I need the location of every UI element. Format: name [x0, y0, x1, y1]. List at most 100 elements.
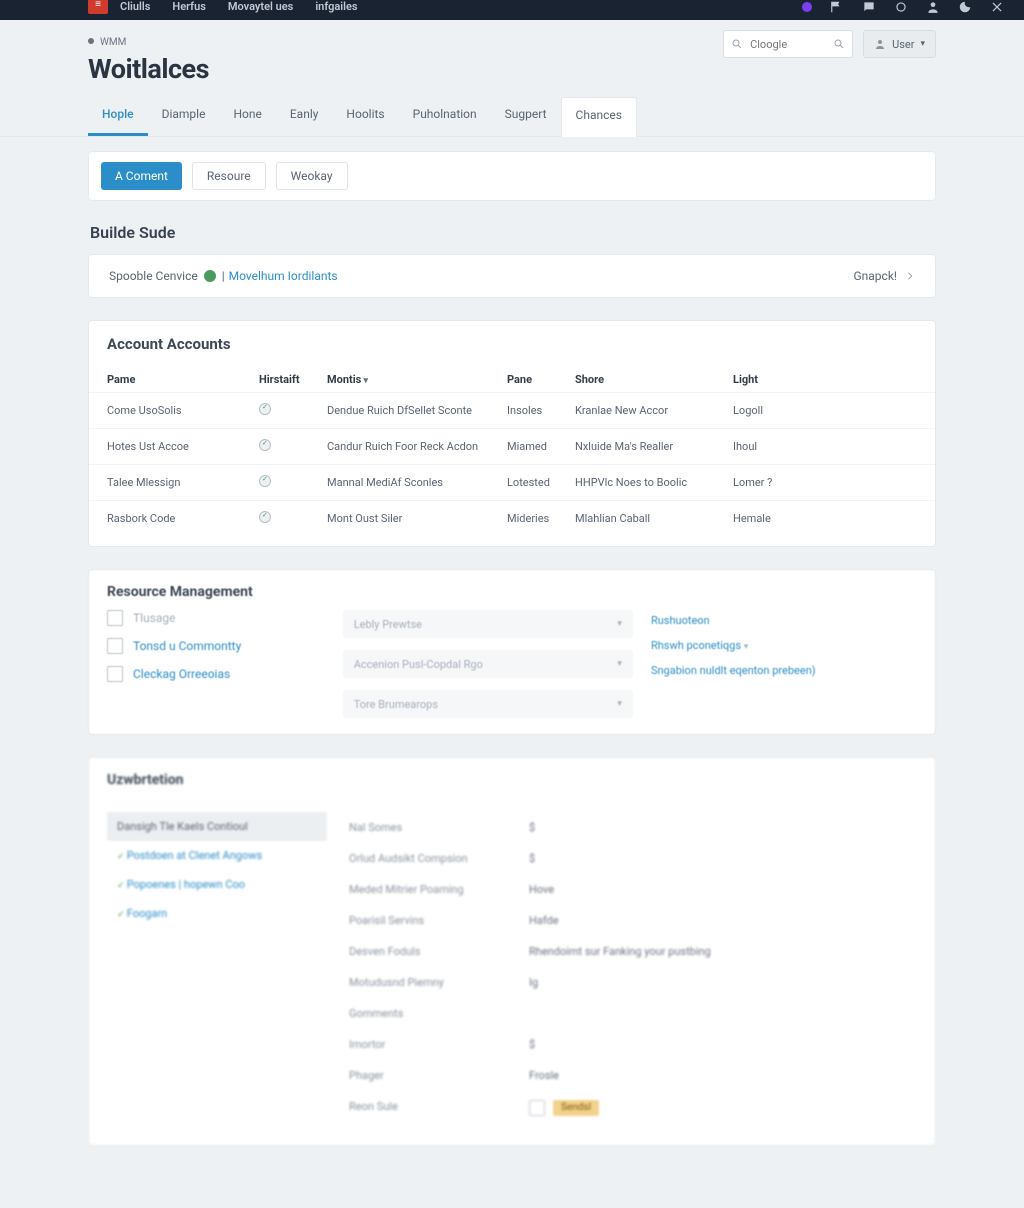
uz-key: Orlud Audsikt Compsion: [349, 852, 529, 865]
uz-detail-row: Nal Somes$: [349, 812, 917, 843]
resource-select[interactable]: Accenion Pusl-Copdal Rgo ▾: [343, 650, 633, 678]
uz-side-item[interactable]: Postdoen at Clenet Angows: [107, 841, 327, 870]
breadcrumb-dot-icon: [88, 38, 94, 44]
moon-icon[interactable]: [958, 0, 972, 14]
col-pane[interactable]: Pane: [507, 363, 575, 393]
resource-check-label: Tlusage: [133, 611, 176, 625]
uz-side-item[interactable]: Foogarn: [107, 899, 327, 928]
checkbox-icon[interactable]: [107, 610, 123, 626]
uz-detail-list: Nal Somes$ Orlud Audsikt Compsion $ Meded M…: [349, 812, 917, 1125]
person-icon[interactable]: [926, 0, 940, 14]
close-icon[interactable]: [990, 0, 1004, 14]
topnav-item[interactable]: Movaytel ues: [228, 0, 293, 13]
strip-label: Spooble Cenvice: [109, 269, 198, 283]
uz-detail-row: Desven FodulsRhendoimt sur Fanking your …: [349, 936, 917, 967]
cell-pane[interactable]: Insoles: [507, 393, 575, 429]
status-chip: Sendsl: [553, 1100, 599, 1116]
resource-link[interactable]: Rushuoteon: [651, 614, 917, 627]
uz-key: Nal Somes: [349, 821, 529, 834]
col-light[interactable]: Light: [733, 363, 935, 393]
uz-key: Meded Mitrier Poaming: [349, 883, 529, 896]
uz-detail-row: Meded Mitrier PoamingHove: [349, 874, 917, 905]
resource-select[interactable]: Tore Brumearops▾: [343, 690, 633, 718]
brand-logo[interactable]: ≡: [88, 0, 108, 14]
chat-icon[interactable]: [862, 0, 876, 14]
check-icon: [259, 403, 271, 415]
table-row[interactable]: Hotes Ust AccoeCandur Ruich Foor Reck Ac…: [89, 429, 935, 465]
checkbox-icon[interactable]: [529, 1100, 545, 1116]
col-pame[interactable]: Pame: [89, 363, 259, 393]
action-button-row: A Coment Resoure Weokay: [88, 151, 936, 201]
notification-dot-icon[interactable]: [802, 2, 812, 12]
accounts-title: Account Accounts: [89, 321, 935, 363]
resource-check-row[interactable]: Tonsd u Commontty: [107, 638, 325, 654]
tab-hone[interactable]: Hone: [219, 97, 275, 136]
user-menu[interactable]: User ▾: [863, 30, 936, 58]
resource-select[interactable]: Lebly Prewtse▾: [343, 610, 633, 638]
table-row[interactable]: Talee MlessignMannal MediAf SconlesLotes…: [89, 465, 935, 501]
tab-hoolits[interactable]: Hoolits: [332, 97, 398, 136]
check-icon: [259, 439, 271, 451]
topnav-item[interactable]: infgailes: [315, 0, 357, 13]
tab-eanly[interactable]: Eanly: [276, 97, 333, 136]
flag-icon[interactable]: [830, 0, 844, 14]
breadcrumb[interactable]: WMM: [100, 37, 126, 48]
cell-pane[interactable]: Lotested: [507, 465, 575, 501]
global-search[interactable]: [723, 30, 853, 58]
uz-detail-row: Imortor$: [349, 1029, 917, 1060]
chevron-right-icon[interactable]: [905, 271, 915, 281]
check-icon: [259, 511, 271, 523]
chevron-down-icon: ▾: [744, 642, 749, 652]
uz-side-item[interactable]: Popoenes | hopewn Coo: [107, 870, 327, 899]
tab-diample[interactable]: Diample: [148, 97, 220, 136]
tab-puholnation[interactable]: Puholnation: [399, 97, 491, 136]
check-icon: [259, 475, 271, 487]
resource-check-row[interactable]: Cleckag Orreeoias: [107, 666, 325, 682]
topnav-item[interactable]: Cliulls: [120, 0, 150, 13]
uz-value: Hafde: [529, 914, 559, 927]
uz-key: Poarisil Servins: [349, 914, 529, 927]
resource-title: Resource Management: [89, 570, 935, 610]
cell-pame: Talee Mlessign: [89, 465, 259, 501]
user-label: User: [892, 38, 914, 51]
circle-icon[interactable]: [894, 0, 908, 14]
resoure-button[interactable]: Resoure: [192, 162, 266, 190]
checkbox-icon[interactable]: [107, 638, 123, 654]
uz-sidebar: Dansigh Tle Kaels Contioul Postdoen at C…: [107, 812, 327, 1125]
strip-right-label[interactable]: Gnapck!: [853, 269, 897, 283]
search-submit-icon[interactable]: [833, 38, 845, 50]
uz-value: Hove: [529, 883, 554, 896]
cell-montis: Candur Ruich Foor Reck Acdon: [327, 429, 507, 465]
uz-title: Uzwbrtetion: [89, 758, 935, 798]
col-montis[interactable]: Montis: [327, 363, 507, 393]
resource-check-row[interactable]: Tlusage: [107, 610, 325, 626]
checkbox-icon[interactable]: [107, 666, 123, 682]
cell-pane[interactable]: Mideries: [507, 501, 575, 537]
tab-sugpert[interactable]: Sugpert: [491, 97, 561, 136]
weokay-button[interactable]: Weokay: [276, 162, 348, 190]
table-row[interactable]: Rasbork CodeMont Oust SilerMideriesMlahl…: [89, 501, 935, 537]
uz-value: Ig: [529, 976, 538, 989]
col-hirstaift[interactable]: Hirstaift: [259, 363, 327, 393]
primary-action-button[interactable]: A Coment: [101, 162, 182, 190]
strip-link[interactable]: Movelhum Iordilants: [229, 269, 338, 283]
topnav-item[interactable]: Herfus: [172, 0, 205, 13]
col-shore[interactable]: Shore: [575, 363, 733, 393]
tab-chances[interactable]: Chances: [561, 97, 637, 137]
resource-link[interactable]: Rhswh pconetiqgs ▾: [651, 639, 917, 652]
cell-shore: Kranlae New Accor: [575, 393, 733, 429]
resource-link[interactable]: Sngabion nuldlt eqenton prebeen): [651, 664, 917, 677]
uz-value: $: [529, 821, 535, 834]
strip-separator: |: [222, 269, 225, 283]
tab-hople[interactable]: Hople: [88, 97, 148, 136]
uz-key: Phager: [349, 1069, 529, 1082]
table-row[interactable]: Come UsoSolisDendue Ruich DfSellet Scont…: [89, 393, 935, 429]
uz-side-item[interactable]: Dansigh Tle Kaels Contioul: [107, 812, 327, 841]
uz-key: Motudusnd Piemny: [349, 976, 529, 989]
chevron-down-icon: ▾: [617, 659, 622, 669]
cell-pane[interactable]: Miamed: [507, 429, 575, 465]
cell-hirstaift: [259, 429, 327, 465]
uz-value: Rhendoimt sur Fanking your pustbing: [529, 945, 711, 958]
resource-select-label: Accenion Pusl-Copdal Rgo: [354, 658, 483, 671]
uz-detail-row: Reon SuleSendsl: [349, 1091, 917, 1125]
